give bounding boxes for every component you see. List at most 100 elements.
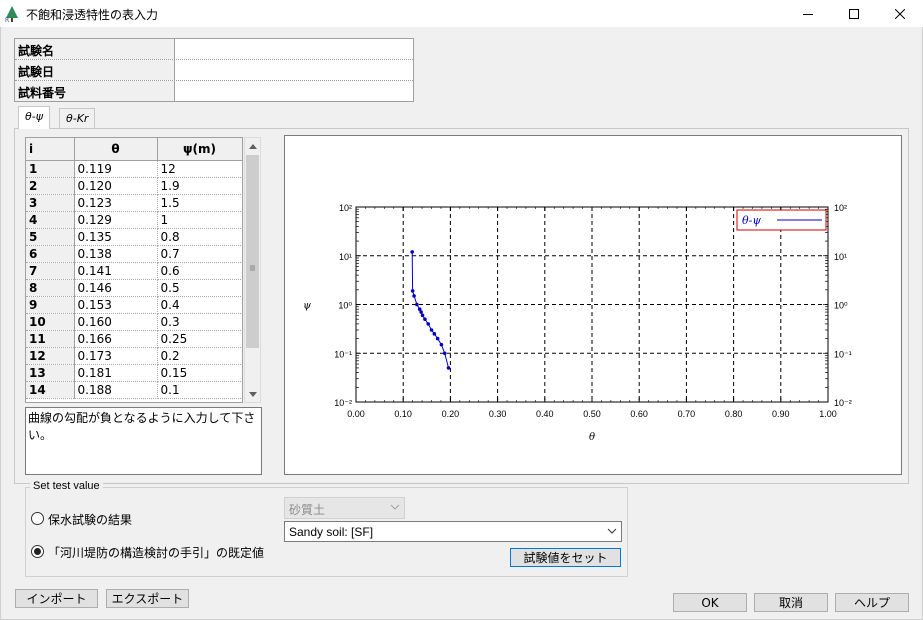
help-button[interactable]: ヘルプ [835,593,909,612]
x-tick-label: 0.00 [347,409,365,419]
y-tick-label-left: 10⁻² [334,398,352,408]
x-tick-label: 0.50 [583,409,601,419]
tab-theta-psi[interactable]: θ-ψ [18,106,50,129]
psi-cell[interactable]: 12 [157,160,242,178]
psi-cell[interactable]: 0.2 [157,347,242,365]
psi-cell[interactable]: 1.5 [157,194,242,212]
x-tick-label: 0.90 [772,409,790,419]
table-row[interactable]: 7 0.141 0.6 [26,262,242,280]
test-date-field[interactable] [176,60,413,80]
theta-cell[interactable]: 0.146 [74,279,158,297]
table-row[interactable]: 8 0.146 0.5 [26,279,242,297]
table-row[interactable]: 14 0.188 0.1 [26,381,242,399]
theta-cell[interactable]: 0.138 [74,245,158,263]
radio-water-retention-label[interactable]: 保水試験の結果 [48,511,132,528]
note-text: 曲線の勾配が負となるように入力して下さい。 [25,407,262,475]
x-tick-label: 0.80 [725,409,743,419]
radio-guideline-default-label[interactable]: 「河川堤防の構造検討の手引」の既定値 [48,544,264,561]
radio-guideline-default[interactable] [31,545,44,558]
theta-cell[interactable]: 0.141 [74,262,158,280]
table-scrollbar[interactable] [244,137,261,403]
table-row[interactable]: 13 0.181 0.15 [26,364,242,382]
row-index-cell: 12 [26,347,75,365]
sample-number-label: 試料番号 [15,81,175,101]
psi-cell[interactable]: 1 [157,211,242,229]
y-tick-label-right: 10⁻² [834,398,852,408]
theta-cell[interactable]: 0.120 [74,177,158,195]
theta-cell[interactable]: 0.135 [74,228,158,246]
data-point [410,250,414,254]
psi-cell[interactable]: 0.3 [157,313,242,331]
soil-preset-dropdown[interactable]: Sandy soil: [SF] [284,521,622,542]
psi-cell[interactable]: 1.9 [157,177,242,195]
psi-cell[interactable]: 0.6 [157,262,242,280]
column-header-theta: θ [74,138,158,161]
x-tick-label: 1.00 [819,409,837,419]
theta-cell[interactable]: 0.153 [74,296,158,314]
row-index-cell: 13 [26,364,75,382]
table-row[interactable]: 2 0.120 1.9 [26,177,242,195]
info-row-test-date: 試験日 [15,60,413,81]
close-icon [895,8,905,19]
data-point [439,342,444,347]
table-row[interactable]: 10 0.160 0.3 [26,313,242,331]
theta-cell[interactable]: 0.188 [74,381,158,399]
info-row-sample-number: 試料番号 [15,81,413,102]
y-tick-label-left: 10⁻¹ [334,349,352,359]
close-button[interactable] [877,0,923,27]
test-name-label: 試験名 [15,39,175,59]
import-button[interactable]: インポート [15,589,98,608]
theta-cell[interactable]: 0.123 [74,194,158,212]
x-tick-label: 0.40 [536,409,554,419]
theta-cell[interactable]: 0.166 [74,330,158,348]
set-test-value-legend: Set test value [30,480,103,492]
data-table: i θ ψ(m) 1 0.119 12 2 0.120 1.9 3 0.123 1.5 4 0.12… [25,137,243,403]
theta-cell[interactable]: 0.119 [74,160,158,178]
theta-cell[interactable]: 0.173 [74,347,158,365]
theta-cell[interactable]: 0.181 [74,364,158,382]
test-name-field[interactable] [176,39,413,59]
table-row[interactable]: 9 0.153 0.4 [26,296,242,314]
ok-button[interactable]: OK [673,593,747,612]
svg-text:R: R [5,17,9,22]
scroll-down-icon[interactable] [245,386,260,402]
theta-cell[interactable]: 0.129 [74,211,158,229]
tree-icon: R [5,6,19,24]
row-index-cell: 6 [26,245,75,263]
scroll-up-icon[interactable] [245,138,260,154]
psi-cell[interactable]: 0.7 [157,245,242,263]
psi-cell[interactable]: 0.5 [157,279,242,297]
minimize-button[interactable] [785,0,831,27]
radio-water-retention[interactable] [31,512,44,525]
table-row[interactable]: 6 0.138 0.7 [26,245,242,263]
scroll-thumb[interactable] [246,155,259,348]
x-tick-label: 0.20 [442,409,460,419]
row-index-cell: 1 [26,160,75,178]
table-header-row: i θ ψ(m) [26,138,242,161]
table-row[interactable]: 4 0.129 1 [26,211,242,229]
tab-theta-kr[interactable]: θ-Kr [59,108,96,128]
table-row[interactable]: 3 0.123 1.5 [26,194,242,212]
table-row[interactable]: 12 0.173 0.2 [26,347,242,365]
sample-number-field[interactable] [176,81,413,101]
psi-cell[interactable]: 0.1 [157,381,242,399]
row-index-cell: 2 [26,177,75,195]
maximize-button[interactable] [831,0,877,27]
psi-cell[interactable]: 0.25 [157,330,242,348]
cancel-button[interactable]: 取消 [754,593,828,612]
psi-cell[interactable]: 0.4 [157,296,242,314]
set-test-value-button[interactable]: 試験値をセット [510,548,621,567]
row-index-cell: 4 [26,211,75,229]
theta-cell[interactable]: 0.160 [74,313,158,331]
legend-series-name: θ-ψ [742,214,761,227]
export-button[interactable]: エクスポート [106,589,189,608]
row-index-cell: 7 [26,262,75,280]
psi-cell[interactable]: 0.15 [157,364,242,382]
table-row[interactable]: 11 0.166 0.25 [26,330,242,348]
table-row[interactable]: 1 0.119 12 [26,160,242,178]
data-point [419,310,423,314]
minimize-icon [803,13,813,15]
psi-cell[interactable]: 0.8 [157,228,242,246]
table-row[interactable]: 5 0.135 0.8 [26,228,242,246]
y-tick-label-left: 10⁰ [338,301,352,311]
